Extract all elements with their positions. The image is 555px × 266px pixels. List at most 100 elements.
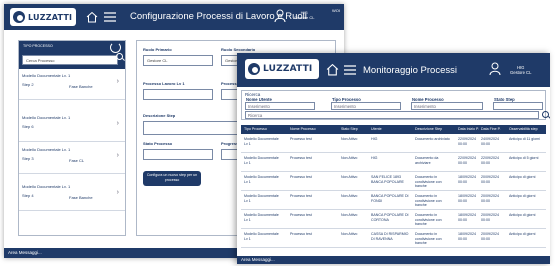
- monitor-window: LUZZATTI Monitoraggio Processi HIG Gesto…: [237, 53, 550, 264]
- item-fase: Fase Banche: [69, 195, 93, 200]
- table-row[interactable]: Modello Documentale Lv 1 Processo test Non…: [241, 191, 546, 210]
- home-icon[interactable]: [86, 11, 98, 23]
- table-cell: 24/09/2024 00:00: [481, 137, 499, 146]
- table-body: Modello Documentale Lv 1 Processo test Non…: [241, 134, 546, 248]
- table-cell: 20/09/2024 00:00: [481, 213, 499, 222]
- configure-step-button[interactable]: Configura un nuovo step per un processo: [143, 171, 201, 186]
- nome-utente-input[interactable]: Inserimento: [245, 102, 315, 110]
- process-table: Tipo Processo Nome Processo Stato Step U…: [241, 125, 546, 248]
- table-cell: Anticipo di giorni: [509, 194, 536, 198]
- refresh-icon[interactable]: [110, 42, 121, 53]
- user-info: HIG Gestore CL: [510, 65, 531, 76]
- chevron-right-icon: ›: [116, 78, 119, 85]
- processo-field[interactable]: [143, 89, 213, 100]
- table-cell: 22/09/2024 00:00: [458, 156, 476, 165]
- logo-mark-icon: [248, 63, 260, 75]
- table-cell: 20/09/2024 00:00: [481, 232, 499, 241]
- ruolo-primario-label: Ruolo Primario: [143, 47, 172, 52]
- item-title: Modello Documentale Lv. 1: [22, 73, 71, 78]
- table-row[interactable]: Modello Documentale Lv 1 Processo test Non…: [241, 172, 546, 191]
- table-cell: BANCA POPOLARE DI CORTONA: [371, 213, 409, 222]
- table-cell: Processo test: [290, 137, 312, 141]
- filter-panel: Ricerca Nome Utente Inserimento Tipo Pro…: [241, 90, 549, 120]
- col-header[interactable]: Tipo Processo: [244, 127, 282, 131]
- table-row[interactable]: Modello Documentale Lv 1 Processo test Non…: [241, 210, 546, 229]
- process-search-input[interactable]: Cerca Processo: [22, 55, 118, 65]
- menu-icon[interactable]: [104, 12, 116, 22]
- home-icon[interactable]: [326, 63, 339, 76]
- item-fase: Fase CL: [69, 158, 85, 163]
- table-cell: Anticipo di giorni: [509, 175, 536, 179]
- chevron-right-icon: ›: [116, 120, 119, 127]
- list-item[interactable]: Modello Documentale Lv. 1 Step 6 ›: [19, 112, 125, 142]
- table-cell: Documento archiviato: [415, 137, 450, 141]
- table-cell: 20/09/2024 00:00: [481, 194, 499, 203]
- table-cell: Documento da archiviare: [415, 156, 439, 165]
- table-row[interactable]: Modello Documentale Lv 1 Processo test Non…: [241, 134, 546, 153]
- table-cell: Anticipo di 11 giorni: [509, 137, 541, 141]
- table-cell: Non Attivo: [341, 137, 358, 141]
- table-cell: Documento in condivisione con banche: [415, 175, 442, 189]
- stato-label: Stato Processo: [143, 141, 173, 146]
- table-cell: Non Attivo: [341, 213, 358, 217]
- table-cell: Modello Documentale Lv 1: [244, 194, 279, 203]
- processo-label: Processo Lavoro Lv 1: [143, 81, 185, 86]
- logo-text: LUZZATTI: [263, 64, 313, 74]
- table-header: Tipo Processo Nome Processo Stato Step U…: [241, 125, 546, 134]
- table-cell: Processo test: [290, 213, 312, 217]
- table-row[interactable]: Modello Documentale Lv 1 Processo test Non…: [241, 229, 546, 248]
- table-cell: 22/09/2024 00:00: [458, 137, 476, 146]
- item-step: Step 4: [22, 193, 34, 198]
- page-title: Monitoraggio Processi: [363, 65, 457, 76]
- table-cell: Processo test: [290, 156, 312, 160]
- table-cell: SAN FELICE 1893 BANCA POPOLARE: [371, 175, 404, 184]
- search-icon[interactable]: [542, 111, 549, 118]
- list-item[interactable]: Modello Documentale Lv. 1 Step 4 Fase Ba…: [19, 181, 125, 211]
- header-bar: LUZZATTI Monitoraggio Processi HIG Gesto…: [237, 53, 550, 87]
- table-cell: Modello Documentale Lv 1: [244, 232, 279, 241]
- descrizione-label: Descrizione Step: [143, 113, 176, 118]
- search-input[interactable]: Ricerca: [245, 111, 539, 119]
- table-cell: 22/09/2024 00:00: [481, 156, 499, 165]
- user-info: HIG Gestore CL: [294, 10, 314, 20]
- table-cell: Modello Documentale Lv 1: [244, 213, 279, 222]
- table-cell: BANCA POPOLARE DI FONDI: [371, 194, 409, 203]
- col-header[interactable]: Nome Processo: [290, 127, 330, 131]
- table-cell: 18/09/2024 00:00: [458, 175, 476, 184]
- stato-field[interactable]: [143, 149, 213, 160]
- user-icon[interactable]: [274, 9, 286, 23]
- search-icon[interactable]: [116, 53, 123, 60]
- item-title: Modello Documentale Lv. 1: [22, 147, 71, 152]
- sidepanel-label: TIPO PROCESSO: [23, 44, 53, 48]
- table-row[interactable]: Modello Documentale Lv 1 Processo test Non…: [241, 153, 546, 172]
- menu-icon[interactable]: [344, 65, 356, 75]
- table-cell: Modello Documentale Lv 1: [244, 175, 279, 184]
- ruolo-primario-field[interactable]: Gestore CL: [143, 55, 213, 66]
- user-icon[interactable]: [489, 62, 501, 76]
- table-cell: HIG: [371, 156, 378, 160]
- logo-text: LUZZATTI: [28, 12, 73, 22]
- table-cell: Anticipo di 5 giorni: [509, 156, 539, 160]
- col-header[interactable]: Osservabilità step: [509, 127, 545, 131]
- col-header[interactable]: Data Fine P.: [481, 127, 501, 131]
- luzzatti-logo[interactable]: LUZZATTI: [10, 8, 76, 26]
- table-cell: Documento in condivisione con banche: [415, 213, 442, 227]
- list-item[interactable]: Modello Documentale Lv. 1 Step 2 Fase Ba…: [19, 70, 125, 100]
- process-sidepanel: TIPO PROCESSO Cerca Processo Modello Doc…: [18, 40, 126, 236]
- item-fase: Fase Banche: [69, 84, 93, 89]
- item-title: Modello Documentale Lv. 1: [22, 115, 71, 120]
- table-cell: Modello Documentale Lv 1: [244, 137, 279, 146]
- col-header[interactable]: Stato Step: [341, 127, 369, 131]
- nome-processo-input[interactable]: Inserimento: [411, 102, 483, 110]
- table-cell: Processo test: [290, 194, 312, 198]
- list-item[interactable]: Modello Documentale Lv. 1 Step 3 Fase CL…: [19, 144, 125, 174]
- message-area: Area Messaggi...: [237, 256, 550, 264]
- tipo-processo-input[interactable]: Inserimento: [331, 102, 401, 110]
- stato-step-select[interactable]: [493, 102, 543, 110]
- item-step: Step 3: [22, 156, 34, 161]
- luzzatti-logo[interactable]: LUZZATTI: [245, 59, 319, 79]
- col-header[interactable]: Data Inizio P.: [458, 127, 479, 131]
- col-header[interactable]: Descrizione Step: [415, 127, 453, 131]
- chevron-right-icon: ›: [116, 152, 119, 159]
- col-header[interactable]: Utente: [371, 127, 409, 131]
